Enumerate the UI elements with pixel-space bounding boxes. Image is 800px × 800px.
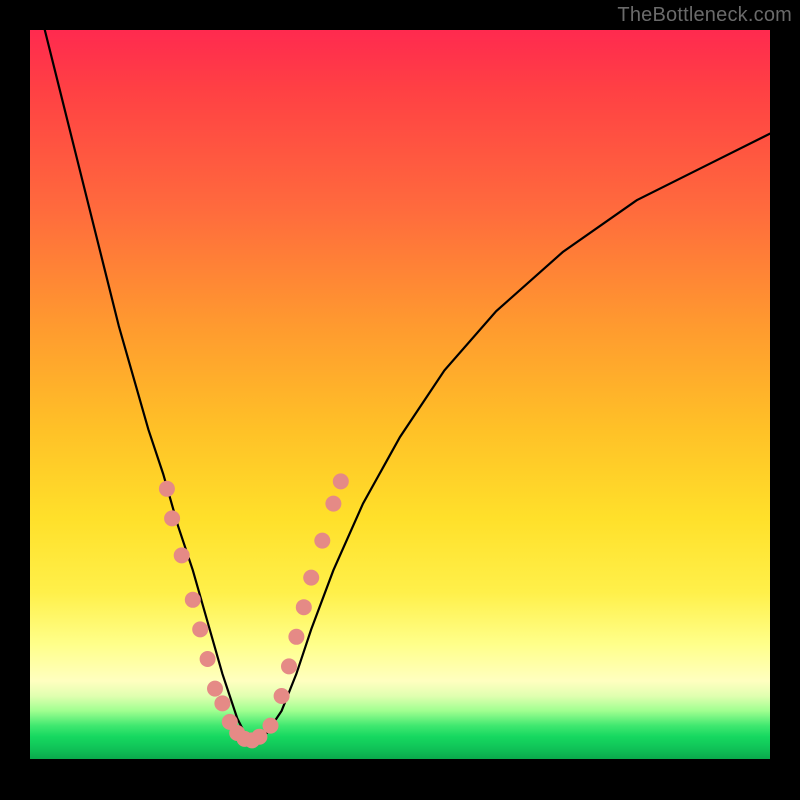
curve-marker bbox=[164, 510, 180, 526]
curve-marker bbox=[200, 651, 216, 667]
curve-marker bbox=[192, 621, 208, 637]
curve-marker bbox=[281, 658, 297, 674]
plot-svg bbox=[30, 30, 770, 770]
plot-frame bbox=[30, 30, 770, 770]
curve-marker bbox=[174, 547, 190, 563]
curve-marker bbox=[207, 681, 223, 697]
watermark-text: TheBottleneck.com bbox=[617, 4, 792, 27]
curve-marker bbox=[288, 629, 304, 645]
curve-marker bbox=[159, 481, 175, 497]
curve-marker bbox=[303, 570, 319, 586]
curve-marker bbox=[185, 592, 201, 608]
curve-markers bbox=[159, 473, 349, 748]
curve-marker bbox=[274, 688, 290, 704]
curve-marker bbox=[296, 599, 312, 615]
curve-marker bbox=[214, 695, 230, 711]
curve-marker bbox=[333, 473, 349, 489]
curve-marker bbox=[314, 533, 330, 549]
bottleneck-curve bbox=[45, 30, 770, 740]
curve-marker bbox=[325, 496, 341, 512]
curve-marker bbox=[263, 718, 279, 734]
